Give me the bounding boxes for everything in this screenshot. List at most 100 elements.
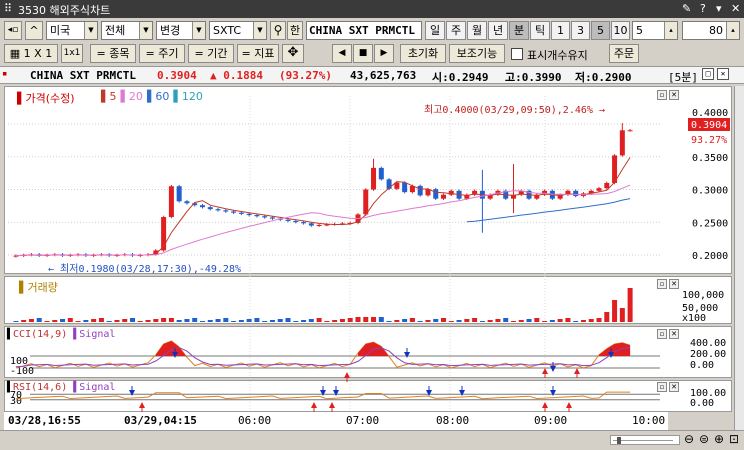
volume-bar bbox=[114, 320, 120, 322]
volume-bar bbox=[409, 318, 415, 322]
candle bbox=[168, 186, 174, 218]
volume-bar bbox=[137, 321, 143, 322]
volume-bar bbox=[145, 320, 151, 322]
volume-bar bbox=[526, 319, 532, 322]
volume-bar bbox=[223, 318, 229, 322]
candle bbox=[238, 212, 244, 214]
volume-bar bbox=[231, 321, 237, 322]
rsi-axis-label: 0.00 bbox=[690, 398, 714, 409]
volume-bar bbox=[612, 300, 618, 322]
volume-bar bbox=[238, 320, 244, 322]
volume-bar bbox=[565, 318, 571, 322]
volume-bar bbox=[83, 320, 89, 322]
time-axis-label: 03/29,04:15 bbox=[124, 414, 197, 427]
volume-bar bbox=[394, 320, 400, 322]
volume-bar bbox=[332, 320, 338, 322]
zoom-fit-icon[interactable]: ⊡ bbox=[729, 432, 739, 446]
volume-bar bbox=[456, 320, 462, 322]
volume-bar bbox=[510, 321, 516, 322]
volume-bar bbox=[627, 288, 633, 322]
zoom-reset-icon[interactable]: ⊜ bbox=[699, 432, 709, 446]
volume-bar bbox=[207, 320, 213, 322]
chart-canvas[interactable]: 0.3500 0.3000 0.2500 0.2000 0.3904 93.27% 0.40… bbox=[0, 0, 744, 450]
volume-bar bbox=[21, 320, 27, 322]
volume-bar bbox=[557, 319, 563, 322]
volume-axis-label: 100,000 bbox=[682, 290, 724, 301]
candle bbox=[308, 223, 314, 226]
buy-signal-icon bbox=[574, 368, 580, 374]
candle bbox=[223, 210, 229, 212]
rsi-level-label: 30 bbox=[10, 396, 22, 407]
cci-line bbox=[15, 340, 631, 369]
cci-signal-line bbox=[15, 347, 631, 368]
volume-bar bbox=[246, 319, 252, 322]
candle bbox=[231, 211, 237, 213]
volume-bar bbox=[161, 318, 167, 322]
volume-bar bbox=[549, 320, 555, 322]
volume-bar bbox=[573, 321, 579, 322]
volume-bar bbox=[184, 319, 190, 322]
volume-bar bbox=[176, 320, 182, 322]
zoom-slider-handle[interactable] bbox=[617, 437, 621, 444]
volume-bar bbox=[254, 318, 260, 322]
candle bbox=[246, 213, 252, 216]
buy-signal-icon bbox=[329, 402, 335, 408]
volume-bar bbox=[308, 319, 314, 322]
ma5-line bbox=[15, 157, 631, 257]
volume-bar bbox=[619, 308, 625, 322]
volume-bar bbox=[67, 318, 73, 322]
sell-signal-icon bbox=[550, 390, 556, 396]
volume-bar bbox=[371, 317, 377, 322]
sell-signal-icon bbox=[333, 390, 339, 396]
volume-bar bbox=[503, 318, 509, 322]
buy-signal-icon bbox=[344, 372, 350, 378]
candle bbox=[573, 190, 579, 197]
low-annotation: ← 최저0.1980(03/28,17:30),-49.28% bbox=[48, 263, 241, 275]
candle bbox=[269, 217, 275, 219]
volume-bar bbox=[518, 320, 524, 322]
volume-bar bbox=[316, 318, 322, 322]
ma60-line bbox=[466, 198, 631, 223]
volume-bar bbox=[339, 319, 345, 322]
time-axis-label: 07:00 bbox=[346, 414, 380, 427]
time-axis-label: 10:00 bbox=[632, 414, 666, 427]
volume-bar bbox=[604, 312, 610, 322]
vertical-scrollbar[interactable] bbox=[734, 86, 744, 430]
buy-signal-icon bbox=[542, 402, 548, 408]
volume-bar bbox=[199, 321, 205, 322]
volume-bar bbox=[44, 321, 50, 322]
volume-bar bbox=[479, 321, 485, 322]
volume-bar bbox=[588, 319, 594, 322]
volume-bar bbox=[60, 319, 66, 322]
sell-signal-icon bbox=[404, 352, 410, 358]
volume-bar bbox=[402, 319, 408, 322]
volume-bar bbox=[293, 321, 299, 322]
cci-level-label: -100 bbox=[10, 366, 34, 377]
volume-bar bbox=[285, 318, 291, 322]
candle bbox=[316, 225, 322, 227]
candle bbox=[285, 219, 291, 221]
zoom-in-icon[interactable]: ⊕ bbox=[714, 432, 724, 446]
candle bbox=[402, 182, 408, 193]
candle bbox=[604, 182, 610, 189]
volume-bar bbox=[130, 318, 136, 322]
price-axis-label: 0.4000 bbox=[692, 108, 728, 119]
volume-bar bbox=[464, 319, 470, 322]
candle bbox=[199, 205, 205, 208]
volume-bar bbox=[301, 320, 307, 322]
volume-bar bbox=[28, 319, 34, 322]
volume-bar bbox=[98, 318, 104, 322]
sell-signal-icon bbox=[129, 390, 135, 396]
cci-axis-label: 400.00 bbox=[690, 338, 726, 349]
volume-bar bbox=[52, 320, 58, 322]
volume-bar bbox=[324, 321, 330, 322]
candle bbox=[433, 189, 439, 199]
volume-bar bbox=[106, 321, 112, 322]
candle bbox=[215, 209, 221, 211]
volume-bar bbox=[262, 321, 268, 322]
zoom-slider[interactable] bbox=[610, 435, 680, 445]
candle bbox=[262, 216, 268, 218]
candle bbox=[627, 130, 633, 132]
zoom-out-icon[interactable]: ⊖ bbox=[684, 432, 694, 446]
candle bbox=[371, 167, 377, 190]
